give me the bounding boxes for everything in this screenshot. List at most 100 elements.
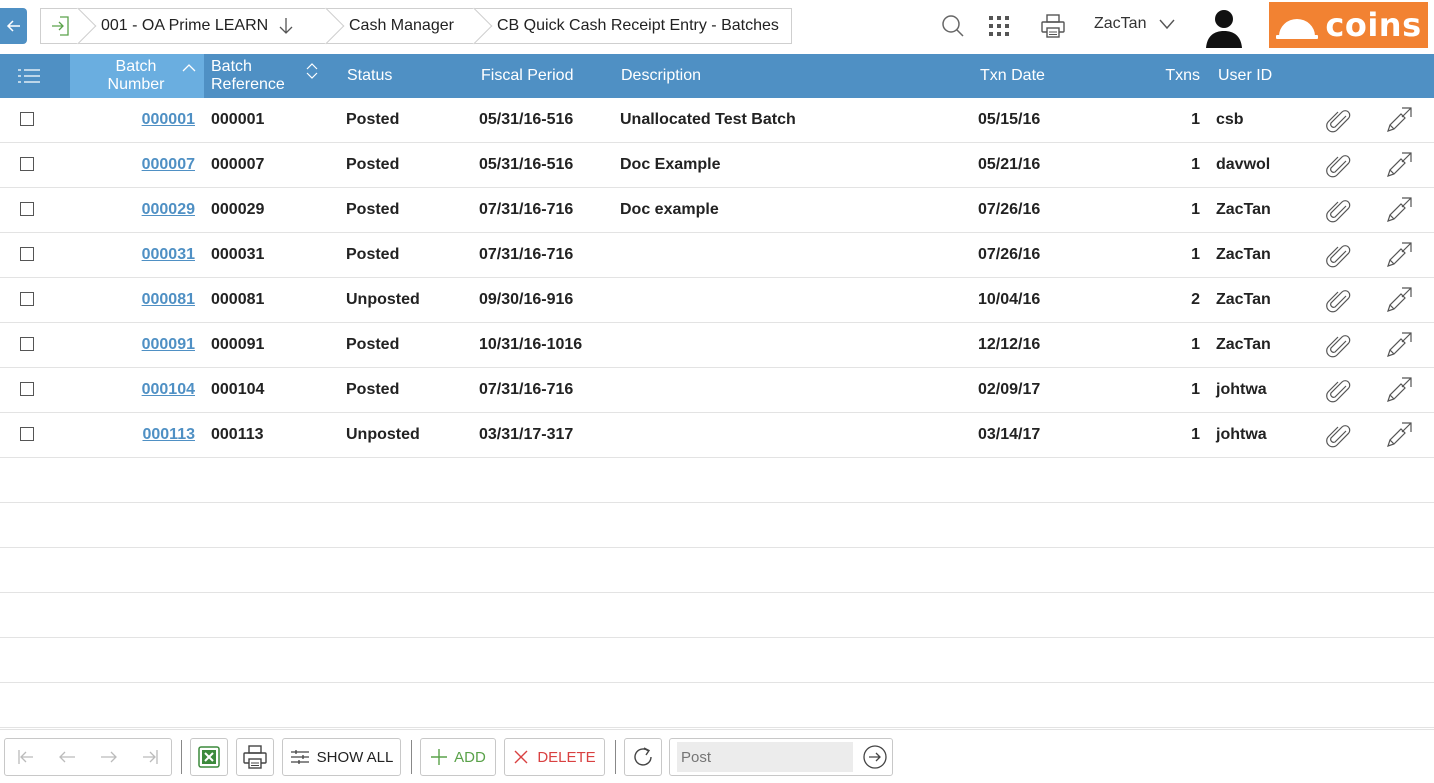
go-arrow-icon[interactable]	[862, 744, 888, 770]
batch-number-cell[interactable]: 000007	[100, 143, 195, 187]
add-button[interactable]: ADD	[420, 738, 496, 776]
attachment-button[interactable]	[1325, 278, 1351, 322]
attachment-button[interactable]	[1325, 233, 1351, 277]
attachment-button[interactable]	[1325, 413, 1351, 457]
row-checkbox[interactable]	[20, 292, 34, 306]
print-button[interactable]	[236, 738, 274, 776]
user-id-cell: ZacTan	[1216, 323, 1271, 367]
post-action-field[interactable]	[677, 742, 853, 772]
attachment-button[interactable]	[1325, 323, 1351, 367]
table-row[interactable]: 000029 000029 Posted 07/31/16-716 Doc exampl…	[0, 188, 1434, 233]
row-checkbox[interactable]	[20, 427, 34, 441]
search-icon[interactable]	[941, 14, 965, 38]
arrow-left-icon	[6, 20, 20, 32]
batch-number-cell[interactable]: 000031	[100, 233, 195, 277]
header-description[interactable]: Description	[621, 54, 701, 98]
attachment-button[interactable]	[1325, 98, 1351, 142]
paperclip-icon	[1326, 380, 1351, 403]
batch-number-cell[interactable]: 000104	[100, 368, 195, 412]
row-checkbox[interactable]	[20, 202, 34, 216]
show-all-label: SHOW ALL	[316, 748, 394, 766]
header-txns[interactable]: Txns	[1140, 54, 1200, 98]
user-id-cell-text: johtwa	[1216, 381, 1267, 398]
row-checkbox[interactable]	[20, 382, 34, 396]
show-all-button[interactable]: SHOW ALL	[282, 738, 401, 776]
user-name[interactable]: ZacTan	[1094, 15, 1146, 33]
apps-grid-icon[interactable]	[988, 15, 1010, 37]
edit-open-button[interactable]	[1385, 368, 1413, 412]
export-excel-button[interactable]	[190, 738, 228, 776]
attachment-button[interactable]	[1325, 188, 1351, 232]
attachment-button[interactable]	[1325, 143, 1351, 187]
user-id-cell: johtwa	[1216, 413, 1267, 457]
row-checkbox[interactable]	[20, 247, 34, 261]
batch-number-cell[interactable]: 000113	[100, 413, 195, 457]
toolbar-separator	[615, 740, 616, 774]
table-row[interactable]: 000081 000081 Unposted 09/30/16-916 10/04/16…	[0, 278, 1434, 323]
attachment-button[interactable]	[1325, 368, 1351, 412]
home-crumb[interactable]	[40, 7, 97, 45]
header-user-id[interactable]: User ID	[1218, 54, 1272, 98]
edit-open-button[interactable]	[1385, 233, 1413, 277]
batch-number-cell-text[interactable]: 000081	[142, 291, 195, 309]
edit-open-button[interactable]	[1385, 278, 1413, 322]
chevron-down-icon[interactable]	[1158, 15, 1176, 33]
next-page-icon[interactable]	[99, 747, 119, 767]
status-cell: Posted	[346, 368, 399, 412]
batch-number-cell[interactable]: 000081	[100, 278, 195, 322]
table-row[interactable]: 000007 000007 Posted 05/31/16-516 Doc Exampl…	[0, 143, 1434, 188]
batch-number-cell-text[interactable]: 000113	[142, 426, 195, 444]
edit-open-button[interactable]	[1385, 143, 1413, 187]
breadcrumb-module[interactable]: Cash Manager	[326, 7, 493, 45]
print-icon[interactable]	[1040, 13, 1066, 39]
fiscal-period-cell-text: 10/31/16-1016	[479, 336, 583, 353]
description-cell-text: Doc Example	[620, 156, 721, 173]
table-row[interactable]: 000031 000031 Posted 07/31/16-716 07/26/16 1 Z…	[0, 233, 1434, 278]
column-menu-button[interactable]	[0, 54, 58, 98]
header-batch-number[interactable]: Batch Number	[70, 54, 204, 98]
delete-button[interactable]: DELETE	[504, 738, 605, 776]
row-checkbox[interactable]	[20, 112, 34, 126]
avatar[interactable]	[1202, 6, 1246, 48]
table-row[interactable]: 000113 000113 Unposted 03/31/17-317 03/14/17…	[0, 413, 1434, 458]
last-page-icon[interactable]	[140, 747, 160, 767]
list-menu-icon	[18, 69, 40, 83]
header-batch-reference[interactable]: Batch Reference	[211, 54, 329, 98]
batch-number-cell[interactable]: 000091	[100, 323, 195, 367]
batch-reference-cell: 000081	[211, 278, 264, 322]
batch-number-cell-text[interactable]: 000001	[142, 111, 195, 129]
txn-date-cell-text: 02/09/17	[978, 381, 1041, 398]
fiscal-period-cell-text: 07/31/16-716	[479, 381, 574, 398]
status-cell: Unposted	[346, 413, 420, 457]
row-checkbox[interactable]	[20, 337, 34, 351]
row-checkbox[interactable]	[20, 157, 34, 171]
refresh-button[interactable]	[624, 738, 662, 776]
batch-number-cell-text[interactable]: 000091	[142, 336, 195, 354]
breadcrumb-page[interactable]: CB Quick Cash Receipt Entry - Batches	[474, 8, 792, 44]
edit-open-button[interactable]	[1385, 323, 1413, 367]
batch-number-cell-text[interactable]: 000104	[142, 381, 195, 399]
txn-date-cell-text: 03/14/17	[978, 426, 1041, 443]
previous-page-icon[interactable]	[57, 747, 77, 767]
batch-number-cell-text[interactable]: 000029	[142, 201, 195, 219]
edit-open-button[interactable]	[1385, 98, 1413, 142]
batch-number-cell[interactable]: 000029	[100, 188, 195, 232]
first-page-icon[interactable]	[16, 747, 36, 767]
table-row[interactable]: 000091 000091 Posted 10/31/16-1016 12/12/16 1…	[0, 323, 1434, 368]
header-status[interactable]: Status	[347, 54, 392, 98]
back-button[interactable]	[0, 8, 27, 44]
batch-number-cell-text[interactable]: 000031	[142, 246, 195, 264]
edit-open-button[interactable]	[1385, 188, 1413, 232]
edit-open-button[interactable]	[1385, 413, 1413, 457]
user-id-cell-text: ZacTan	[1216, 201, 1271, 218]
batch-number-cell[interactable]: 000001	[100, 98, 195, 142]
header-fiscal-period[interactable]: Fiscal Period	[481, 54, 573, 98]
batch-reference-cell: 000104	[211, 368, 264, 412]
table-row[interactable]: 000001 000001 Posted 05/31/16-516 Unallocate…	[0, 98, 1434, 143]
table-row[interactable]: 000104 000104 Posted 07/31/16-716 02/09/17 1 j…	[0, 368, 1434, 413]
breadcrumb-company[interactable]: 001 - OA Prime LEARN	[78, 7, 345, 45]
fiscal-period-cell-text: 05/31/16-516	[479, 156, 574, 173]
batch-number-cell-text[interactable]: 000007	[142, 156, 195, 174]
status-cell-text: Posted	[346, 201, 400, 218]
header-txn-date[interactable]: Txn Date	[980, 54, 1045, 98]
